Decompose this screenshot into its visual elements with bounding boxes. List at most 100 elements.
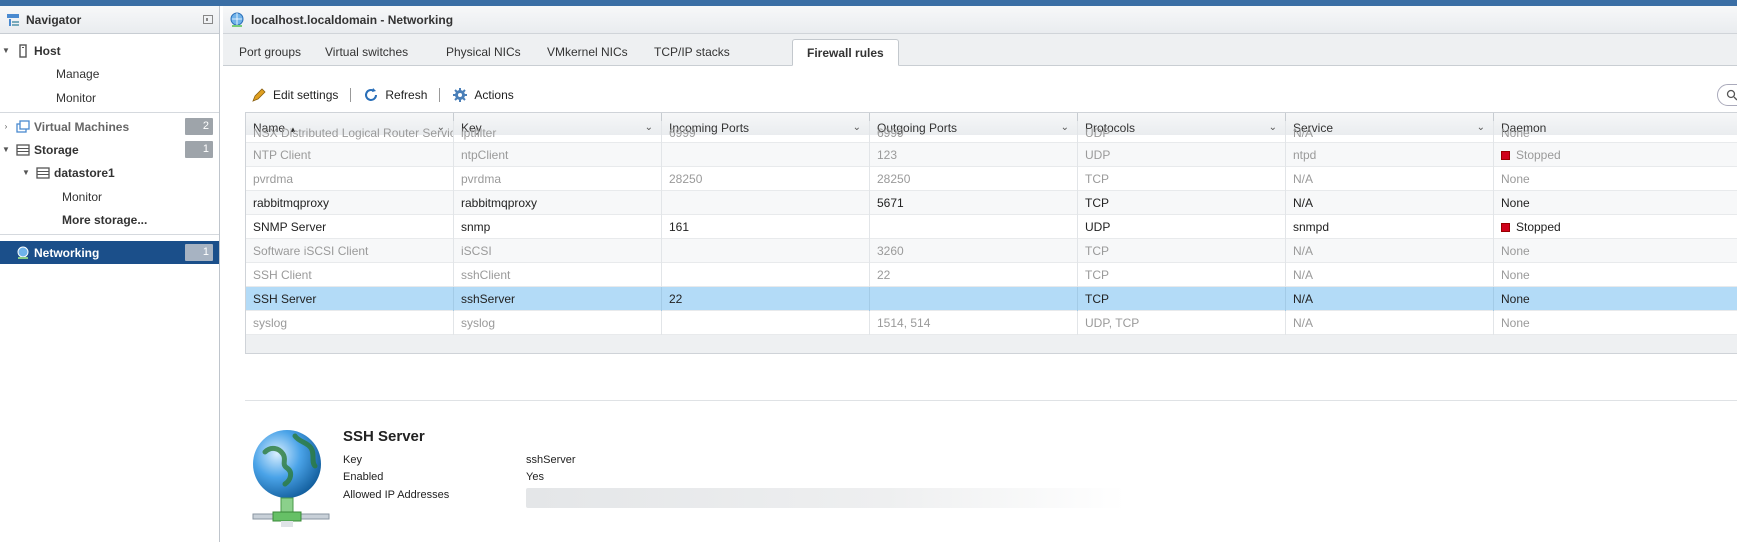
cell-key: syslog (454, 311, 662, 335)
refresh-button[interactable]: Refresh (363, 87, 427, 103)
cell-daemon: None (1494, 263, 1737, 287)
main-panel: localhost.localdomain - Networking Port … (223, 6, 1737, 542)
daemon-status: Stopped (1516, 148, 1561, 162)
nav-item-host[interactable]: ▼ Host (0, 39, 219, 62)
navigator-title: Navigator (26, 12, 82, 27)
edit-settings-button[interactable]: Edit settings (251, 87, 338, 103)
storage-icon (16, 143, 30, 156)
cell-outgoing: 3260 (870, 239, 1078, 263)
table-row[interactable]: NTP Client ntpClient 123 UDP ntpd Stoppe… (246, 143, 1737, 167)
cell-protocols: TCP (1078, 191, 1286, 215)
cell-outgoing: 5671 (870, 191, 1078, 215)
cell-protocols: TCP (1078, 167, 1286, 191)
daemon-status: Stopped (1516, 220, 1561, 234)
firewall-rules-grid: Name ▲ ⌄ Key ⌄ Incoming Ports ⌄ Outgoing Por… (245, 112, 1737, 354)
networking-globe-icon (17, 246, 29, 259)
tab-firewall-rules[interactable]: Firewall rules (792, 39, 899, 66)
cell-incoming (662, 239, 870, 263)
cell-outgoing: 28250 (870, 167, 1078, 191)
divider (245, 400, 1737, 401)
expand-caret-icon[interactable]: ▼ (20, 168, 32, 177)
cell-name: SSH Server (246, 287, 454, 311)
cell-daemon: Stopped (1494, 215, 1737, 239)
nav-item-manage[interactable]: Manage (0, 62, 219, 85)
nav-item-virtual-machines[interactable]: › Virtual Machines 2 (0, 115, 219, 138)
cell-service: N/A (1286, 263, 1494, 287)
detail-enabled-label: Enabled (343, 471, 384, 483)
detail-title: SSH Server (343, 428, 425, 445)
vm-count-badge: 2 (185, 118, 213, 135)
page-title: localhost.localdomain - Networking (251, 12, 454, 27)
cell-key: iptfilter (454, 121, 662, 145)
grid-footer (246, 335, 1737, 353)
tab-tcpip-stacks[interactable]: TCP/IP stacks (640, 39, 744, 66)
cell-service: ntpd (1286, 143, 1494, 167)
nav-item-label: Monitor (62, 189, 103, 204)
table-row[interactable]: pvrdma pvrdma 28250 28250 TCP N/A None (246, 167, 1737, 191)
cell-outgoing (870, 287, 1078, 311)
stopped-status-icon (1501, 223, 1510, 232)
cell-daemon: None (1494, 287, 1737, 311)
networking-count-badge: 1 (185, 244, 213, 261)
cell-protocols: TCP (1078, 263, 1286, 287)
expand-caret-icon[interactable]: › (0, 122, 12, 131)
cell-name: syslog (246, 311, 454, 335)
cell-key: iSCSI (454, 239, 662, 263)
cell-name: NTP Client (246, 143, 454, 167)
cell-protocols: UDP (1078, 121, 1286, 145)
pencil-icon (252, 88, 266, 102)
cell-service: N/A (1286, 311, 1494, 335)
nav-item-label: More storage... (62, 212, 148, 227)
cell-outgoing: 6999 (870, 121, 1078, 145)
tab-vmkernel-nics[interactable]: VMkernel NICs (533, 39, 642, 66)
table-row[interactable]: Software iSCSI Client iSCSI 3260 TCP N/A… (246, 239, 1737, 263)
table-row-selected[interactable]: SSH Server sshServer 22 TCP N/A None (246, 287, 1737, 311)
nav-item-more-storage[interactable]: More storage... (0, 208, 219, 231)
table-row[interactable]: SNMP Server snmp 161 UDP snmpd Stopped (246, 215, 1737, 239)
nav-item-datastore1[interactable]: ▼ datastore1 (0, 161, 219, 184)
cell-protocols: TCP (1078, 287, 1286, 311)
cell-name: rabbitmqproxy (246, 191, 454, 215)
nav-item-networking[interactable]: Networking 1 (0, 241, 219, 264)
actions-label: Actions (474, 88, 514, 102)
cell-outgoing: 22 (870, 263, 1078, 287)
nav-item-label: Host (34, 43, 61, 58)
nav-item-label: Virtual Machines (34, 119, 130, 134)
nav-divider (0, 112, 219, 113)
tab-physical-nics[interactable]: Physical NICs (432, 39, 535, 66)
cell-protocols: UDP (1078, 215, 1286, 239)
detail-key-label: Key (343, 454, 362, 466)
edit-settings-label: Edit settings (273, 88, 339, 102)
tab-port-groups[interactable]: Port groups (225, 39, 315, 66)
actions-button[interactable]: Actions (452, 87, 514, 103)
expand-caret-icon[interactable]: ▼ (0, 145, 12, 154)
cell-service: N/A (1286, 167, 1494, 191)
cell-name: pvrdma (246, 167, 454, 191)
allowed-ip-redacted (526, 488, 1126, 508)
nav-item-label: Monitor (56, 90, 97, 105)
nav-item-host-monitor[interactable]: Monitor (0, 86, 219, 109)
tab-virtual-switches[interactable]: Virtual switches (311, 39, 422, 66)
cell-protocols: UDP (1078, 143, 1286, 167)
search-box[interactable] (1717, 84, 1737, 106)
storage-count-badge: 1 (185, 141, 213, 158)
table-row[interactable]: NSX Distributed Logical Router Service i… (246, 121, 1737, 145)
table-row[interactable]: rabbitmqproxy rabbitmqproxy 5671 TCP N/A… (246, 191, 1737, 215)
host-icon (19, 43, 27, 58)
cell-key: snmp (454, 215, 662, 239)
nav-divider (0, 234, 219, 235)
cell-protocols: TCP (1078, 239, 1286, 263)
gear-icon (453, 88, 468, 102)
table-row[interactable]: syslog syslog 1514, 514 UDP, TCP N/A Non… (246, 311, 1737, 335)
expand-caret-icon[interactable]: ▼ (0, 46, 12, 55)
cell-service: N/A (1286, 191, 1494, 215)
tab-bar: Port groups Virtual switches Physical NI… (223, 34, 1737, 66)
refresh-label: Refresh (385, 88, 428, 102)
nav-item-label: Storage (34, 142, 79, 157)
collapse-navigator-icon[interactable] (203, 15, 213, 24)
table-row[interactable]: SSH Client sshClient 22 TCP N/A None (246, 263, 1737, 287)
nav-item-datastore-monitor[interactable]: Monitor (0, 185, 219, 208)
nav-item-storage[interactable]: ▼ Storage 1 (0, 138, 219, 161)
cell-outgoing: 1514, 514 (870, 311, 1078, 335)
stopped-status-icon (1501, 151, 1510, 160)
